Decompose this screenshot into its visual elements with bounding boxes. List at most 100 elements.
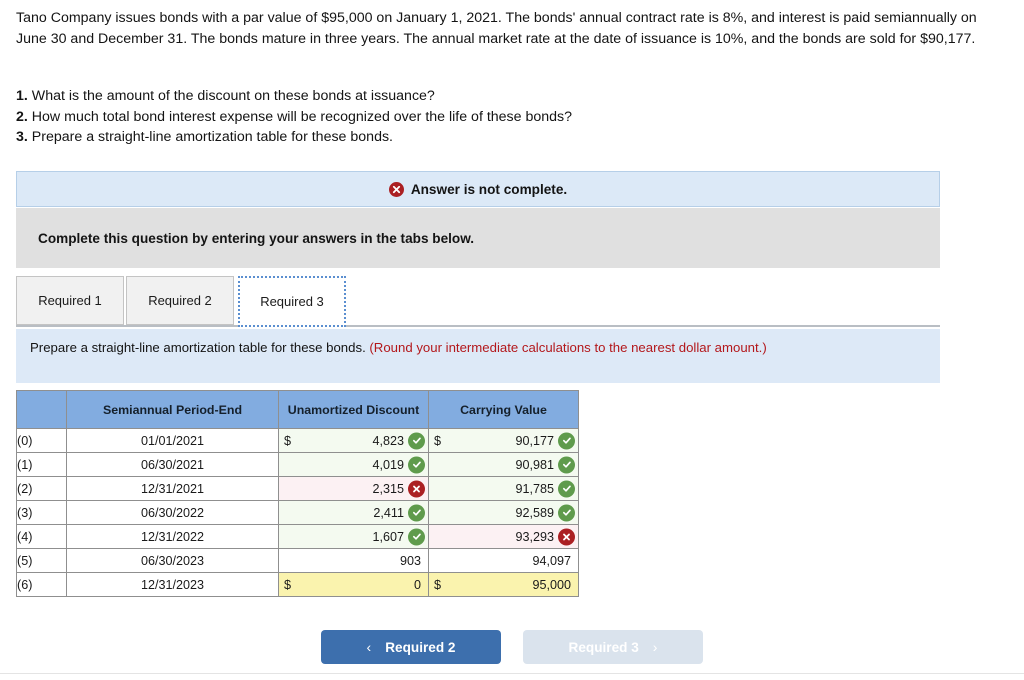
row-discount-value: 0 [413,577,421,592]
dollar-sign: $ [284,577,292,592]
question-list: 1. What is the amount of the discount on… [16,86,916,148]
requirement-navigation: ‹ Required 2 Required 3 › [0,630,1024,664]
row-carrying-cell[interactable]: $90,177 [428,428,579,453]
correct-check-icon [558,480,575,497]
tab-required-3-label: Required 3 [260,294,324,309]
header-index [16,390,67,429]
row-discount-cell[interactable]: $4,823 [278,428,429,453]
row-carrying-cell[interactable]: $95,000 [428,572,579,597]
next-required-3-button[interactable]: Required 3 › [523,630,703,664]
row-carrying-cell[interactable]: 91,785 [428,476,579,501]
tab-required-1[interactable]: Required 1 [16,276,124,325]
chevron-right-icon: › [652,639,658,655]
correct-check-icon [558,504,575,521]
table-row: (0) 01/01/2021 $4,823 $90,177 [16,428,579,453]
row-carrying-value: 93,293 [515,529,554,544]
table-header-row: Semiannual Period-End Unamortized Discou… [16,390,579,429]
amortization-table: Semiannual Period-End Unamortized Discou… [16,390,579,597]
tab-required-1-label: Required 1 [38,293,102,308]
header-period-end: Semiannual Period-End [66,390,279,429]
question-item-2: 2. How much total bond interest expense … [16,107,916,128]
row-period-end: 12/31/2021 [66,476,279,501]
instruction-banner: Complete this question by entering your … [16,208,940,268]
table-row: (2) 12/31/2021 2,315 91,785 [16,476,579,501]
header-unamortized-discount: Unamortized Discount [278,390,429,429]
row-period-end: 12/31/2022 [66,524,279,549]
row-carrying-cell[interactable]: 92,589 [428,500,579,525]
chevron-left-icon: ‹ [366,639,372,655]
table-row: (3) 06/30/2022 2,411 92,589 [16,500,579,525]
requirement-description: Prepare a straight-line amortization tab… [16,329,940,383]
x-circle-icon [388,181,404,197]
row-period-end: 06/30/2022 [66,500,279,525]
row-carrying-value: 95,000 [532,577,571,592]
problem-paragraph: Tano Company issues bonds with a par val… [16,10,977,47]
question-number-3: 3. [16,129,28,145]
row-index: (5) [16,548,67,573]
row-discount-value: 2,411 [373,505,404,520]
dollar-sign: $ [284,433,292,448]
answer-status-banner: Answer is not complete. [16,171,940,207]
row-discount-value: 1,607 [372,529,404,544]
row-discount-cell[interactable]: $0 [278,572,429,597]
table-row: (1) 06/30/2021 4,019 90,981 [16,452,579,477]
correct-check-icon [408,528,425,545]
prev-required-2-button[interactable]: ‹ Required 2 [321,630,501,664]
correct-check-icon [558,432,575,449]
answer-status-text: Answer is not complete. [410,181,568,197]
prev-button-label: Required 2 [385,639,456,655]
question-number-1: 1. [16,88,28,104]
row-period-end: 06/30/2023 [66,548,279,573]
row-index: (6) [16,572,67,597]
row-carrying-cell[interactable]: 93,293 [428,524,579,549]
dollar-sign: $ [434,433,442,448]
row-discount-value: 4,823 [372,433,404,448]
row-index: (2) [16,476,67,501]
table-row: (5) 06/30/2023 903 94,097 [16,548,579,573]
row-index: (1) [16,452,67,477]
row-index: (3) [16,500,67,525]
question-number-2: 2. [16,108,28,125]
requirement-note: (Round your intermediate calculations to… [369,340,767,355]
row-discount-cell[interactable]: 2,315 [278,476,429,501]
incorrect-x-icon [558,528,575,545]
exercise-page: Tano Company issues bonds with a par val… [0,0,1024,680]
row-period-end: 12/31/2023 [66,572,279,597]
row-discount-cell[interactable]: 903 [278,548,429,573]
row-carrying-value: 91,785 [515,481,554,496]
bottom-divider [0,673,1024,674]
row-carrying-value: 94,097 [532,553,571,568]
row-discount-value: 903 [399,553,421,568]
row-discount-cell[interactable]: 2,411 [278,500,429,525]
tab-required-2-label: Required 2 [148,293,212,308]
correct-check-icon [408,432,425,449]
question-text-2: How much total bond interest expense wil… [31,108,573,125]
row-carrying-value: 90,981 [515,457,554,472]
next-button-label: Required 3 [568,639,639,655]
correct-check-icon [558,456,575,473]
row-carrying-cell[interactable]: 94,097 [428,548,579,573]
incorrect-x-icon [408,480,425,497]
header-carrying-value: Carrying Value [428,390,579,429]
row-carrying-value: 92,589 [515,505,554,520]
tab-required-2[interactable]: Required 2 [126,276,234,325]
row-index: (4) [16,524,67,549]
table-row: (4) 12/31/2022 1,607 93,293 [16,524,579,549]
problem-statement: Tano Company issues bonds with a par val… [16,8,1008,49]
instruction-text: Complete this question by entering your … [38,230,475,246]
row-carrying-value: 90,177 [515,433,554,448]
row-discount-value: 4,019 [372,457,404,472]
row-discount-cell[interactable]: 4,019 [278,452,429,477]
row-discount-value: 2,315 [372,481,404,496]
correct-check-icon [408,456,425,473]
dollar-sign: $ [434,577,442,592]
tab-required-3[interactable]: Required 3 [238,276,346,327]
row-carrying-cell[interactable]: 90,981 [428,452,579,477]
row-period-end: 01/01/2021 [66,428,279,453]
question-text-3: Prepare a straight-line amortization tab… [31,129,393,145]
question-item-3: 3. Prepare a straight-line amortization … [16,127,916,148]
requirement-tabs: Required 1 Required 2 Required 3 [16,276,940,327]
row-period-end: 06/30/2021 [66,452,279,477]
question-text-1: What is the amount of the discount on th… [31,88,435,104]
row-discount-cell[interactable]: 1,607 [278,524,429,549]
